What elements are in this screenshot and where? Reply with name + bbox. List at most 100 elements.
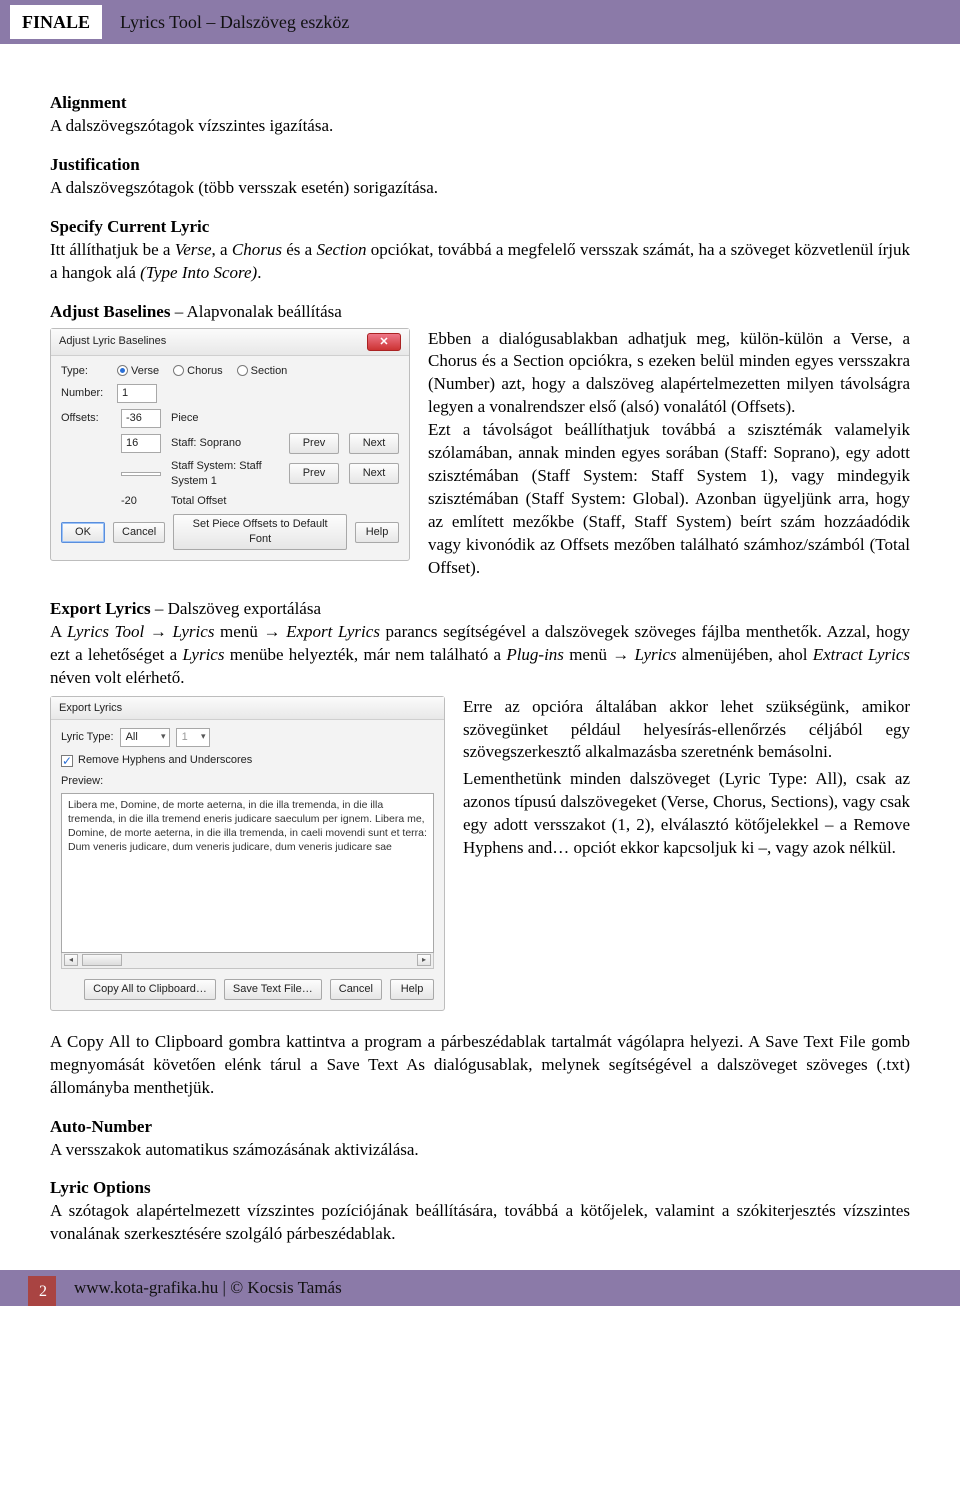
- t: és a: [282, 240, 317, 259]
- dialog-titlebar[interactable]: Adjust Lyric Baselines ✕: [51, 329, 409, 356]
- dialog-buttons: Copy All to Clipboard… Save Text File… C…: [61, 979, 434, 1000]
- dialog-title: Adjust Lyric Baselines: [59, 334, 166, 349]
- t: A: [50, 622, 67, 641]
- export-block: Export Lyrics Lyric Type: All 1 Remove H…: [50, 696, 910, 1011]
- t: menü: [564, 645, 612, 664]
- staff-prev-button[interactable]: Prev: [289, 433, 339, 454]
- adjust-desc-1: Ebben a dialógusablakban adhatjuk meg, k…: [428, 329, 910, 417]
- offsets-row-piece: Offsets: -36 Piece: [61, 409, 399, 428]
- adjust-heading: Adjust Baselines – Alapvonalak beállítás…: [50, 301, 910, 324]
- radio-section-label: Section: [251, 364, 288, 379]
- type-row: Type: Verse Chorus Section: [61, 364, 399, 379]
- arrow-icon: →: [263, 622, 280, 641]
- offset-piece-input[interactable]: -36: [121, 409, 161, 428]
- lyric-options-heading: Lyric Options: [50, 1177, 910, 1200]
- save-text-button[interactable]: Save Text File…: [224, 979, 322, 1000]
- staff-next-button[interactable]: Next: [349, 433, 399, 454]
- checkbox-icon: [61, 755, 73, 767]
- t-section: Section: [316, 240, 366, 259]
- footer-text: www.kota-grafika.hu | © Kocsis Tamás: [74, 1277, 342, 1300]
- offset-staff-input[interactable]: 16: [121, 434, 161, 453]
- t: Export Lyrics: [286, 622, 380, 641]
- export-desc-2: Lementhetünk minden dalszöveget (Lyric T…: [463, 768, 910, 860]
- dialog-buttons: OK Cancel Set Piece Offsets to Default F…: [61, 514, 399, 550]
- offset-staff-text: Staff: Soprano: [171, 436, 279, 451]
- staffsystem-prev-button[interactable]: Prev: [289, 463, 339, 484]
- specify-text: Itt állíthatjuk be a Verse, a Chorus és …: [50, 239, 910, 285]
- t: menü: [214, 622, 263, 641]
- ok-button[interactable]: OK: [61, 522, 105, 543]
- help-button[interactable]: Help: [390, 979, 434, 1000]
- brand-label: FINALE: [10, 5, 102, 39]
- t: Itt állíthatjuk be a: [50, 240, 175, 259]
- t: néven volt elérhető.: [50, 668, 185, 687]
- number-input[interactable]: 1: [117, 384, 157, 403]
- type-label: Type:: [61, 364, 111, 379]
- remove-hyphens-checkbox[interactable]: Remove Hyphens and Underscores: [61, 753, 252, 768]
- t: Lyrics: [172, 622, 214, 641]
- t: Lyrics Tool: [67, 622, 144, 641]
- help-button[interactable]: Help: [355, 522, 399, 543]
- t: menübe helyezték, már nem található a: [224, 645, 506, 664]
- alignment-heading: Alignment: [50, 92, 910, 115]
- offsets-label: Offsets:: [61, 411, 111, 426]
- t: Lyrics: [635, 645, 677, 664]
- radio-verse-label: Verse: [131, 364, 159, 379]
- radio-chorus[interactable]: Chorus: [173, 364, 222, 379]
- lyric-type-dropdown[interactable]: All: [120, 728, 170, 747]
- arrow-icon: →: [612, 645, 629, 664]
- offsets-row-staff: 16 Staff: Soprano Prev Next: [61, 433, 399, 454]
- export-heading: Export Lyrics – Dalszöveg exportálása: [50, 598, 910, 621]
- t-chorus: Chorus: [232, 240, 282, 259]
- radio-section[interactable]: Section: [237, 364, 288, 379]
- export-description: Erre az opcióra általában akkor lehet sz…: [463, 696, 910, 861]
- radio-chorus-label: Chorus: [187, 364, 222, 379]
- copy-all-button[interactable]: Copy All to Clipboard…: [84, 979, 216, 1000]
- auto-number-heading: Auto-Number: [50, 1116, 910, 1139]
- horizontal-scrollbar[interactable]: ◂ ▸: [61, 953, 434, 969]
- t: Extract Lyrics: [813, 645, 910, 664]
- scroll-right-icon[interactable]: ▸: [417, 954, 431, 966]
- dialog-titlebar[interactable]: Export Lyrics: [51, 697, 444, 721]
- adjust-baselines-block: Adjust Lyric Baselines ✕ Type: Verse Cho…: [50, 328, 910, 580]
- adjust-desc-2: Ezt a távolságot beállíthatjuk továbbá a…: [428, 420, 910, 577]
- content-area: Alignment A dalszövegszótagok vízszintes…: [0, 44, 960, 1246]
- staffsystem-next-button[interactable]: Next: [349, 463, 399, 484]
- dialog-body: Type: Verse Chorus Section Number: 1 Off…: [51, 356, 409, 561]
- close-icon[interactable]: ✕: [367, 333, 401, 351]
- justification-text: A dalszövegszótagok (több versszak eseté…: [50, 177, 910, 200]
- footer-band: 2 www.kota-grafika.hu | © Kocsis Tamás: [0, 1270, 960, 1306]
- radio-verse[interactable]: Verse: [117, 364, 159, 379]
- scroll-thumb[interactable]: [82, 954, 122, 966]
- export-desc-1: Erre az opcióra általában akkor lehet sz…: [463, 696, 910, 765]
- cancel-button[interactable]: Cancel: [113, 522, 165, 543]
- justification-heading: Justification: [50, 154, 910, 177]
- specify-heading: Specify Current Lyric: [50, 216, 910, 239]
- scroll-left-icon[interactable]: ◂: [64, 954, 78, 966]
- arrow-icon: →: [150, 622, 167, 641]
- t: .: [257, 263, 261, 282]
- offset-staffsystem-input[interactable]: [121, 472, 161, 476]
- page-header-title: Lyrics Tool – Dalszöveg eszköz: [120, 10, 349, 34]
- number-row: Number: 1: [61, 384, 399, 403]
- t: , a: [212, 240, 232, 259]
- radio-dot-icon: [237, 365, 248, 376]
- dialog-title: Export Lyrics: [59, 701, 122, 716]
- lyric-type-label: Lyric Type:: [61, 730, 114, 745]
- cancel-button[interactable]: Cancel: [330, 979, 382, 1000]
- adjust-baselines-dialog: Adjust Lyric Baselines ✕ Type: Verse Cho…: [50, 328, 410, 562]
- alignment-text: A dalszövegszótagok vízszintes igazítása…: [50, 115, 910, 138]
- set-default-button[interactable]: Set Piece Offsets to Default Font: [173, 514, 347, 550]
- offset-piece-text: Piece: [171, 411, 279, 426]
- lyric-type-row: Lyric Type: All 1: [61, 728, 434, 747]
- radio-dot-icon: [117, 365, 128, 376]
- adjust-bold: Adjust Baselines: [50, 302, 170, 321]
- offsets-row-total: -20 Total Offset: [61, 494, 399, 509]
- number-label: Number:: [61, 386, 111, 401]
- lyric-number-dropdown[interactable]: 1: [176, 728, 210, 747]
- t: Lyrics: [182, 645, 224, 664]
- t: almenüjében, ahol: [677, 645, 813, 664]
- dialog-body: Lyric Type: All 1 Remove Hyphens and Und…: [51, 720, 444, 1009]
- preview-textbox[interactable]: Libera me, Domine, de morte aeterna, in …: [61, 793, 434, 953]
- export-lyrics-dialog: Export Lyrics Lyric Type: All 1 Remove H…: [50, 696, 445, 1011]
